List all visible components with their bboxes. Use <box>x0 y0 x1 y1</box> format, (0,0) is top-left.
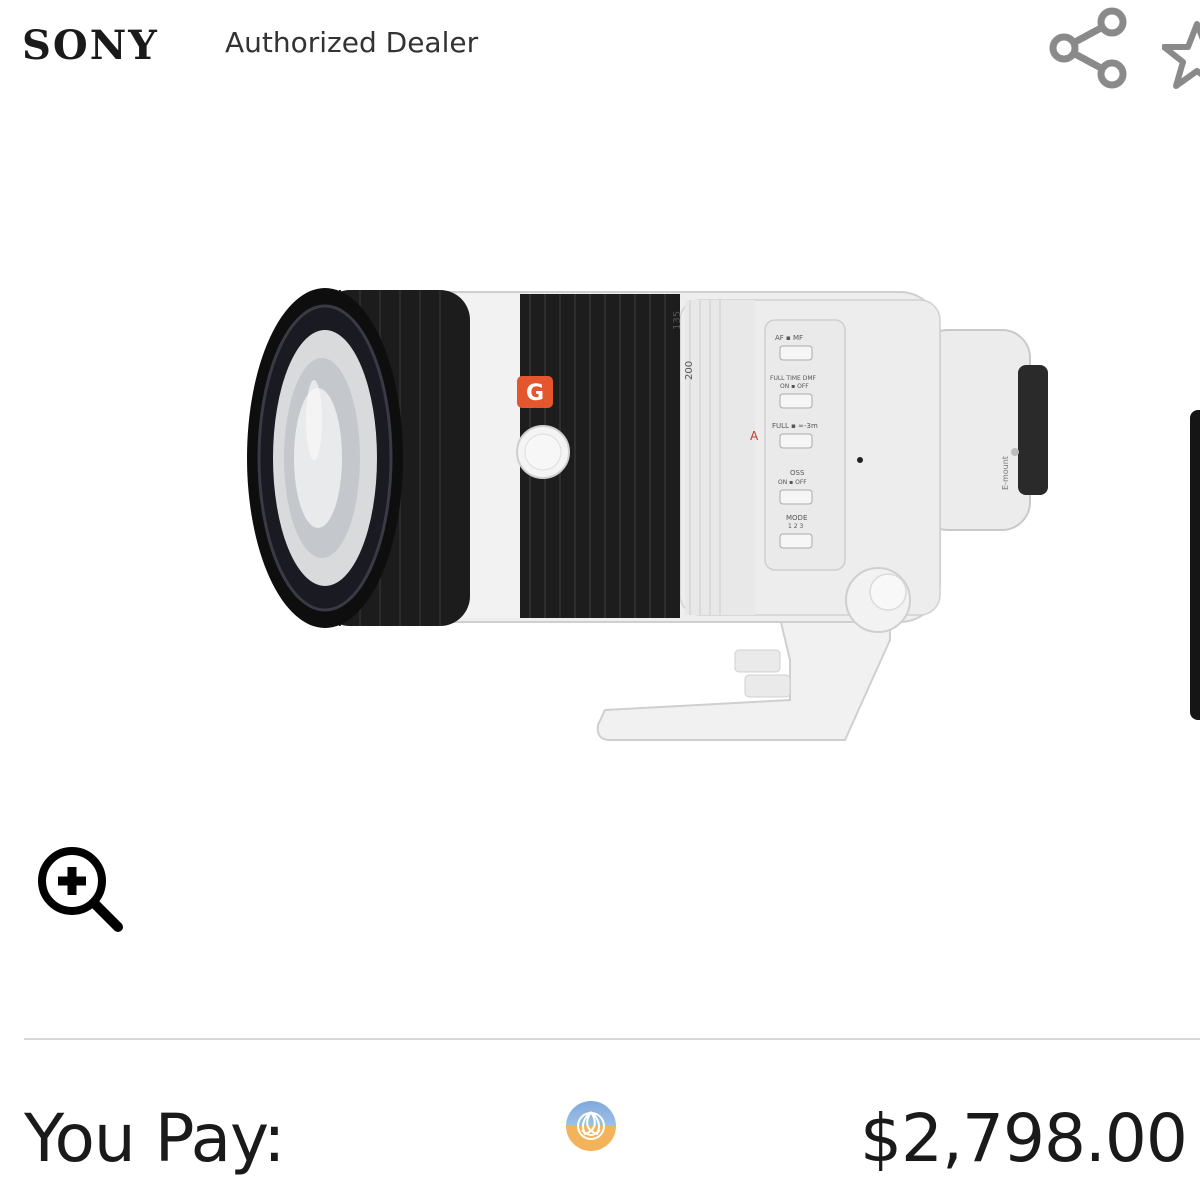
price-amount: $2,798.00 <box>860 1100 1188 1177</box>
favorite-button[interactable] <box>1161 20 1200 90</box>
section-divider <box>24 1038 1200 1040</box>
you-pay-label: You Pay: <box>24 1100 286 1177</box>
zoom-in-icon <box>38 847 123 932</box>
next-image-peek[interactable] <box>1190 410 1200 720</box>
focus-range-label: FULL ▪ ∞-3m <box>772 422 818 430</box>
price-row: You Pay: $2,798.00 <box>0 1060 1200 1200</box>
dmf-on-off-label: ON ▪ OFF <box>780 383 809 390</box>
product-gallery: E-mount G 200 135 A AF ▪ MF FULL TIME DM… <box>0 110 1200 1010</box>
triquetra-badge-icon <box>566 1101 616 1151</box>
star-outline-icon <box>1161 21 1200 89</box>
af-mf-label: AF ▪ MF <box>775 334 803 342</box>
mode-label: MODE <box>786 514 807 522</box>
focal-label-135: 135 <box>672 311 683 330</box>
mount-label: E-mount <box>1001 456 1010 490</box>
zoom-button[interactable] <box>34 843 130 939</box>
payment-badge[interactable] <box>565 1100 617 1152</box>
product-image-lens[interactable]: E-mount G 200 135 A AF ▪ MF FULL TIME DM… <box>230 280 1050 760</box>
header: SONY Authorized Dealer <box>0 0 1200 100</box>
g-master-badge: G <box>526 381 544 406</box>
share-button[interactable] <box>1040 6 1132 98</box>
share-icon <box>1049 7 1127 89</box>
aperture-mark: A <box>750 429 759 443</box>
oss-label: OSS <box>790 469 805 477</box>
oss-on-off-label: ON ▪ OFF <box>778 479 807 486</box>
focal-label-200: 200 <box>684 361 695 380</box>
authorized-dealer-label: Authorized Dealer <box>225 26 479 59</box>
sony-logo[interactable]: SONY <box>22 22 159 69</box>
mode-values-label: 1 2 3 <box>788 523 803 530</box>
dmf-label: FULL TIME DMF <box>770 375 817 382</box>
